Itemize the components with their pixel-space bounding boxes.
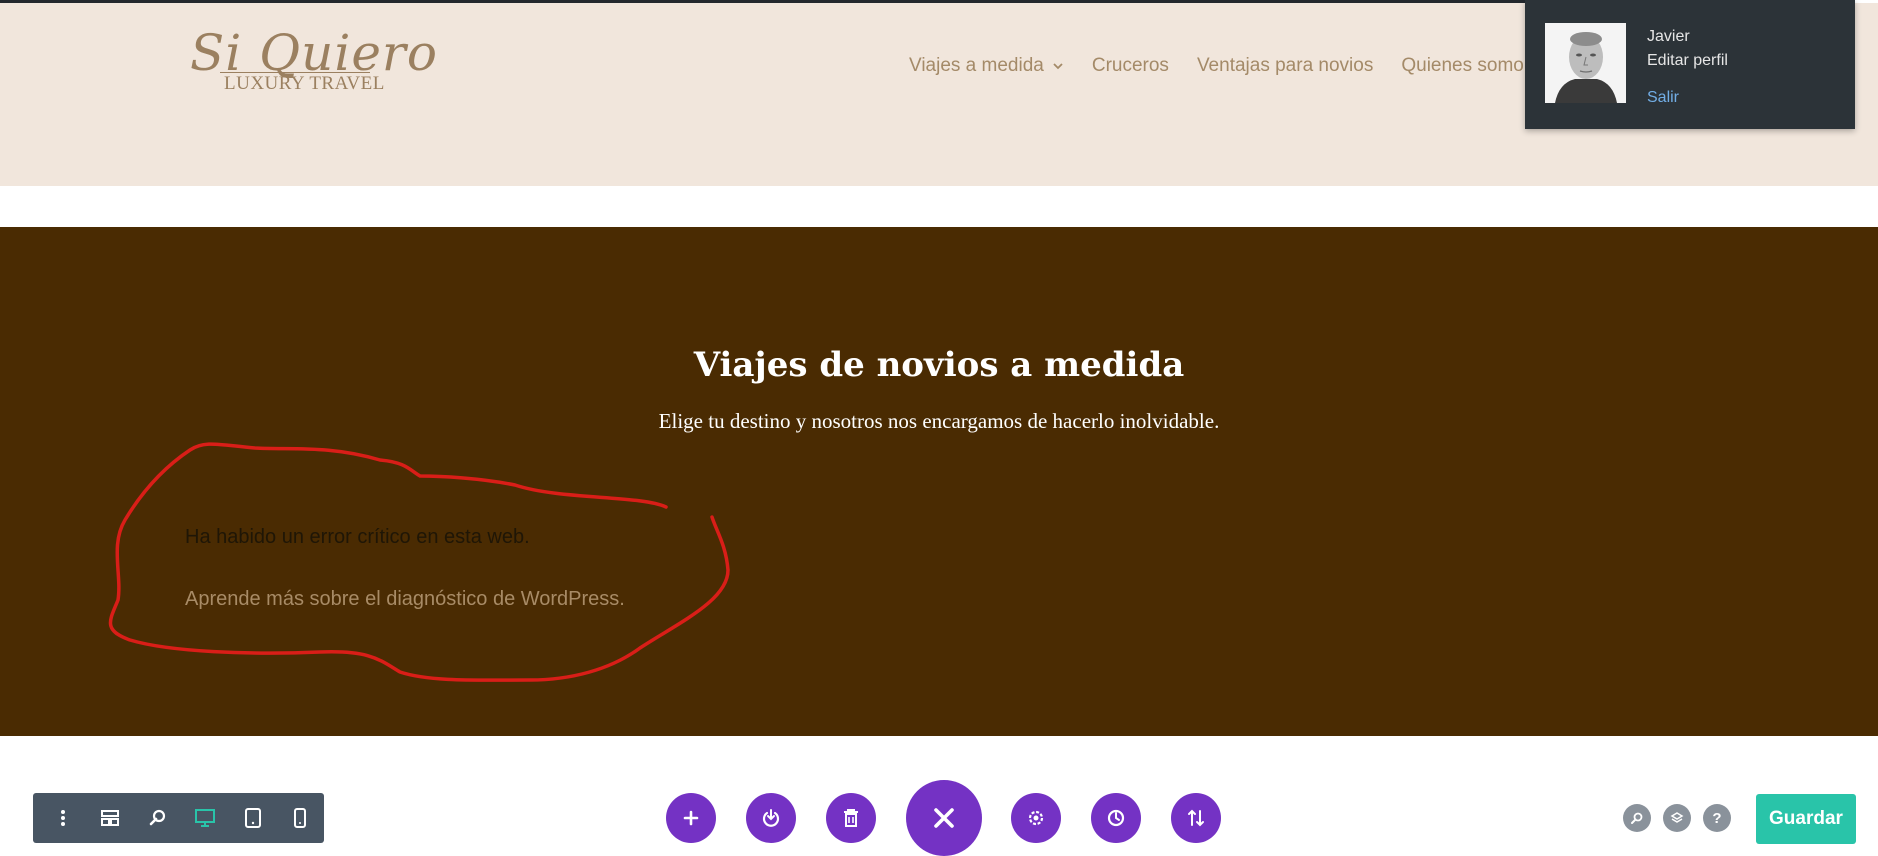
nav-label: Quienes somo <box>1401 55 1524 76</box>
desktop-view-button[interactable] <box>182 793 230 843</box>
hero-title: Viajes de novios a medida <box>693 345 1185 385</box>
sort-icon <box>1188 809 1204 827</box>
user-name[interactable]: Javier <box>1647 28 1690 46</box>
power-icon <box>762 809 780 827</box>
help-button[interactable]: ? <box>1703 804 1731 832</box>
clear-layout-button[interactable] <box>826 793 876 843</box>
nav-label: Ventajas para novios <box>1196 55 1374 76</box>
nav-label: Cruceros <box>1091 55 1169 76</box>
gear-icon <box>1028 810 1044 826</box>
main-nav: Viajes a medida Cruceros Ventajas para n… <box>909 51 1524 81</box>
trash-icon <box>844 809 858 827</box>
zoom-icon <box>149 809 165 826</box>
layout-icon <box>101 810 120 826</box>
nav-item-ventajas[interactable]: Ventajas para novios <box>1197 51 1373 81</box>
logo-subtitle: LUXURY TRAVEL <box>224 73 385 94</box>
avatar[interactable] <box>1545 23 1626 103</box>
page-settings-button[interactable] <box>1011 793 1061 843</box>
critical-error-message: Ha habido un error crítico en esta web. <box>185 526 530 548</box>
zoom-view-button[interactable] <box>134 793 182 843</box>
search-button[interactable] <box>1623 804 1651 832</box>
phone-view-button[interactable] <box>277 793 325 843</box>
close-builder-button[interactable] <box>906 780 982 856</box>
wordpress-debug-link[interactable]: Aprende más sobre el diagnóstico de Word… <box>185 588 625 611</box>
history-button[interactable] <box>1091 793 1141 843</box>
chevron-down-icon <box>1053 63 1063 70</box>
builder-menu-button[interactable] <box>39 793 87 843</box>
hero-subtitle: Elige tu destino y nosotros nos encargam… <box>658 409 1220 433</box>
save-button[interactable]: Guardar <box>1756 794 1856 844</box>
wireframe-view-button[interactable] <box>87 793 135 843</box>
nav-label: Viajes a medida <box>909 55 1044 76</box>
avatar-photo <box>1545 23 1626 103</box>
logout-link[interactable]: Salir <box>1647 89 1679 107</box>
user-account-panel: Javier Editar perfil Salir <box>1525 0 1855 129</box>
nav-item-quienes-somos[interactable]: Quienes somo <box>1401 51 1524 81</box>
close-icon <box>934 808 954 828</box>
tablet-icon <box>244 808 261 828</box>
plus-icon <box>683 810 699 826</box>
help-icon: ? <box>1712 809 1722 827</box>
portability-button[interactable] <box>746 793 796 843</box>
search-icon <box>1631 812 1643 824</box>
dots-vertical-icon <box>60 810 65 826</box>
history-icon <box>1107 809 1125 827</box>
layers-button[interactable] <box>1663 804 1691 832</box>
hero-section: Viajes de novios a medida Elige tu desti… <box>0 227 1878 736</box>
sort-button[interactable] <box>1171 793 1221 843</box>
phone-icon <box>294 808 307 828</box>
add-module-button[interactable] <box>666 793 716 843</box>
layers-icon <box>1670 812 1684 823</box>
desktop-icon <box>195 809 216 827</box>
site-logo[interactable]: Si Quiero LUXURY TRAVEL <box>190 25 437 105</box>
edit-profile-link[interactable]: Editar perfil <box>1647 52 1728 70</box>
nav-item-viajes-a-medida[interactable]: Viajes a medida <box>909 51 1064 81</box>
nav-item-cruceros[interactable]: Cruceros <box>1092 51 1169 81</box>
tablet-view-button[interactable] <box>229 793 277 843</box>
builder-view-toolbar <box>33 793 324 843</box>
